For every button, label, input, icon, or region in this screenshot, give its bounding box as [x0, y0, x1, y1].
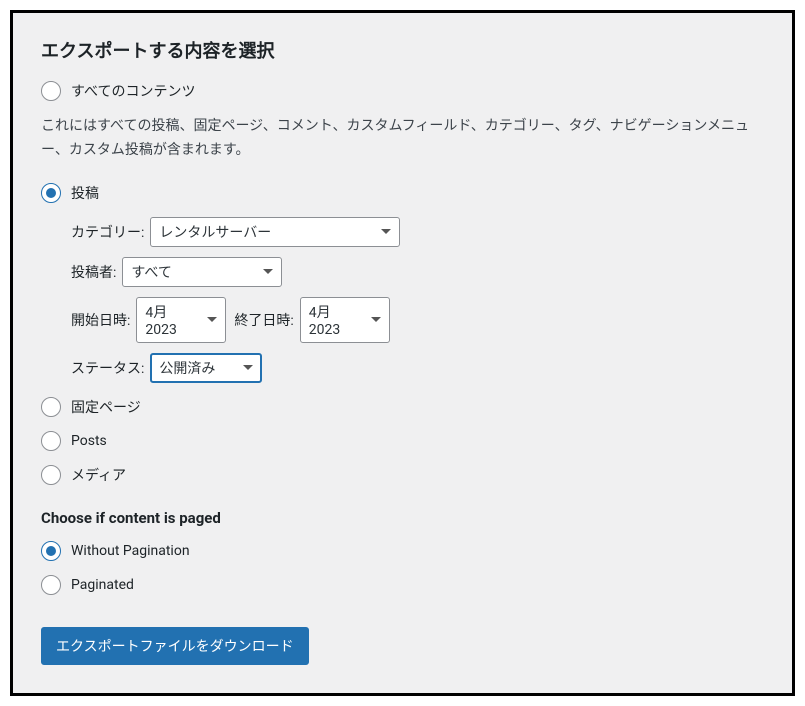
- start-date-select[interactable]: 4月 2023: [136, 297, 226, 343]
- status-value: 公開済み: [159, 358, 215, 378]
- option-paginated-row: Paginated: [41, 575, 764, 595]
- radio-all-content[interactable]: [41, 81, 61, 101]
- radio-media[interactable]: [41, 465, 61, 485]
- option-without-pagination-row: Without Pagination: [41, 541, 764, 561]
- label-cpt-posts[interactable]: Posts: [71, 433, 107, 449]
- end-date-value: 4月 2023: [309, 302, 357, 338]
- chevron-down-icon: [381, 229, 391, 234]
- start-date-label: 開始日時:: [71, 310, 130, 330]
- option-pages-row: 固定ページ: [41, 397, 764, 417]
- end-date-label: 終了日時:: [234, 310, 293, 330]
- label-media[interactable]: メディア: [71, 465, 126, 485]
- status-row: ステータス: 公開済み: [71, 353, 764, 383]
- author-label: 投稿者:: [71, 262, 116, 282]
- end-date-select[interactable]: 4月 2023: [300, 297, 390, 343]
- author-row: 投稿者: すべて: [71, 257, 764, 287]
- radio-cpt-posts[interactable]: [41, 431, 61, 451]
- option-media-row: メディア: [41, 465, 764, 485]
- radio-pages[interactable]: [41, 397, 61, 417]
- label-pages[interactable]: 固定ページ: [71, 397, 141, 417]
- pagination-heading: Choose if content is paged: [41, 509, 764, 527]
- label-all-content[interactable]: すべてのコンテンツ: [71, 81, 195, 101]
- category-value: レンタルサーバー: [159, 222, 271, 242]
- chevron-down-icon: [263, 269, 273, 274]
- chevron-down-icon: [371, 317, 381, 322]
- chevron-down-icon: [207, 317, 217, 322]
- radio-paginated[interactable]: [41, 575, 61, 595]
- label-paginated[interactable]: Paginated: [71, 577, 134, 593]
- option-posts-row: 投稿: [41, 183, 764, 203]
- label-without-pagination[interactable]: Without Pagination: [71, 543, 190, 559]
- posts-filters: カテゴリー: レンタルサーバー 投稿者: すべて 開始日時: 4月 2023 終…: [71, 217, 764, 383]
- author-select[interactable]: すべて: [122, 257, 282, 287]
- date-row: 開始日時: 4月 2023 終了日時: 4月 2023: [71, 297, 764, 343]
- start-date-value: 4月 2023: [145, 302, 193, 338]
- panel-heading: エクスポートする内容を選択: [41, 37, 764, 63]
- category-row: カテゴリー: レンタルサーバー: [71, 217, 764, 247]
- status-select[interactable]: 公開済み: [150, 353, 262, 383]
- status-label: ステータス:: [71, 358, 144, 378]
- category-select[interactable]: レンタルサーバー: [150, 217, 400, 247]
- option-all-content-row: すべてのコンテンツ: [41, 81, 764, 101]
- all-content-description: これにはすべての投稿、固定ページ、コメント、カスタムフィールド、カテゴリー、タグ…: [41, 115, 764, 163]
- chevron-down-icon: [243, 365, 253, 370]
- category-label: カテゴリー:: [71, 222, 144, 242]
- author-value: すべて: [131, 262, 171, 282]
- option-cpt-posts-row: Posts: [41, 431, 764, 451]
- export-panel: エクスポートする内容を選択 すべてのコンテンツ これにはすべての投稿、固定ページ…: [10, 10, 795, 696]
- radio-posts[interactable]: [41, 183, 61, 203]
- radio-without-pagination[interactable]: [41, 541, 61, 561]
- download-button[interactable]: エクスポートファイルをダウンロード: [41, 627, 309, 665]
- label-posts[interactable]: 投稿: [71, 183, 99, 203]
